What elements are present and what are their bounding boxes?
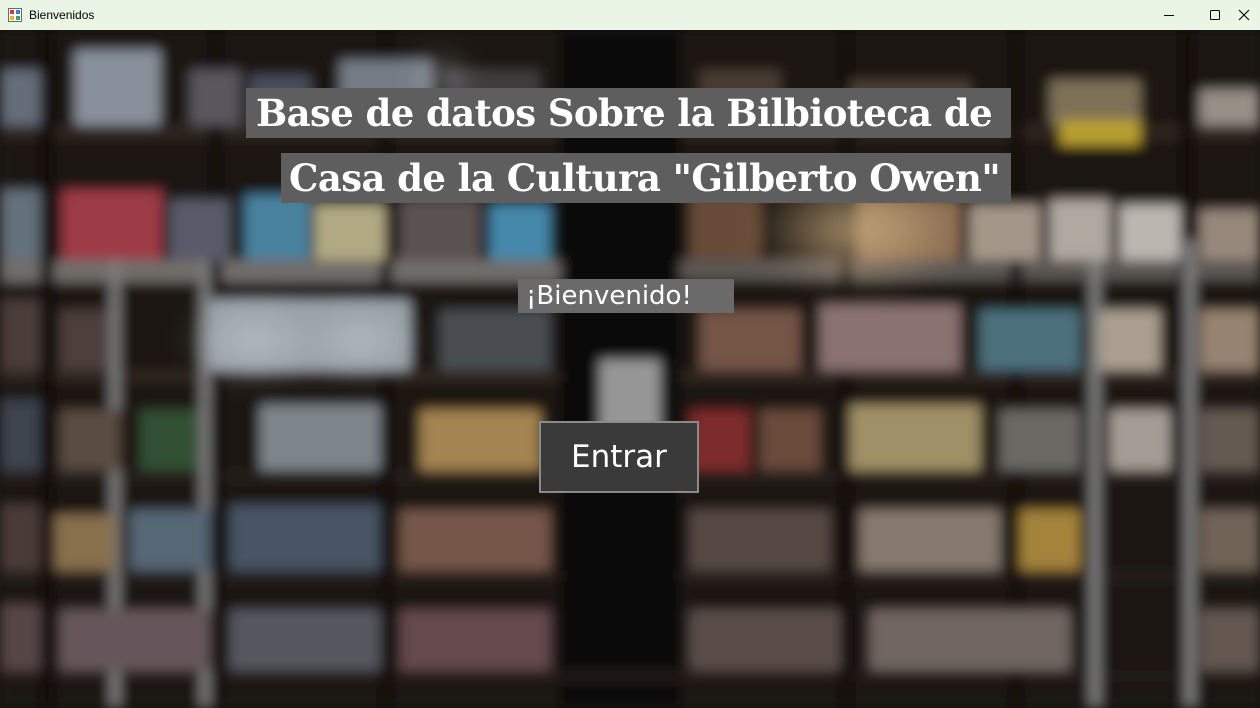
title-label-line-1: Base de datos Sobre la Bilbioteca de <box>246 88 1011 138</box>
close-button[interactable] <box>1238 0 1260 30</box>
close-icon <box>1238 6 1250 25</box>
welcome-label: ¡Bienvenido! <box>518 279 734 313</box>
minimize-button[interactable] <box>1146 0 1192 30</box>
enter-button[interactable]: Entrar <box>539 421 699 493</box>
maximize-button[interactable] <box>1192 0 1238 30</box>
window-title: Bienvenidos <box>29 8 95 22</box>
title-label-line-2: Casa de la Cultura "Gilberto Owen" <box>281 153 1011 203</box>
app-icon <box>8 7 22 22</box>
minimize-icon <box>1163 6 1175 25</box>
app-window: Bienvenidos Base de datos Sobre la Bilbi… <box>0 0 1260 708</box>
title-bar: Bienvenidos <box>0 0 1260 30</box>
maximize-icon <box>1209 6 1221 25</box>
